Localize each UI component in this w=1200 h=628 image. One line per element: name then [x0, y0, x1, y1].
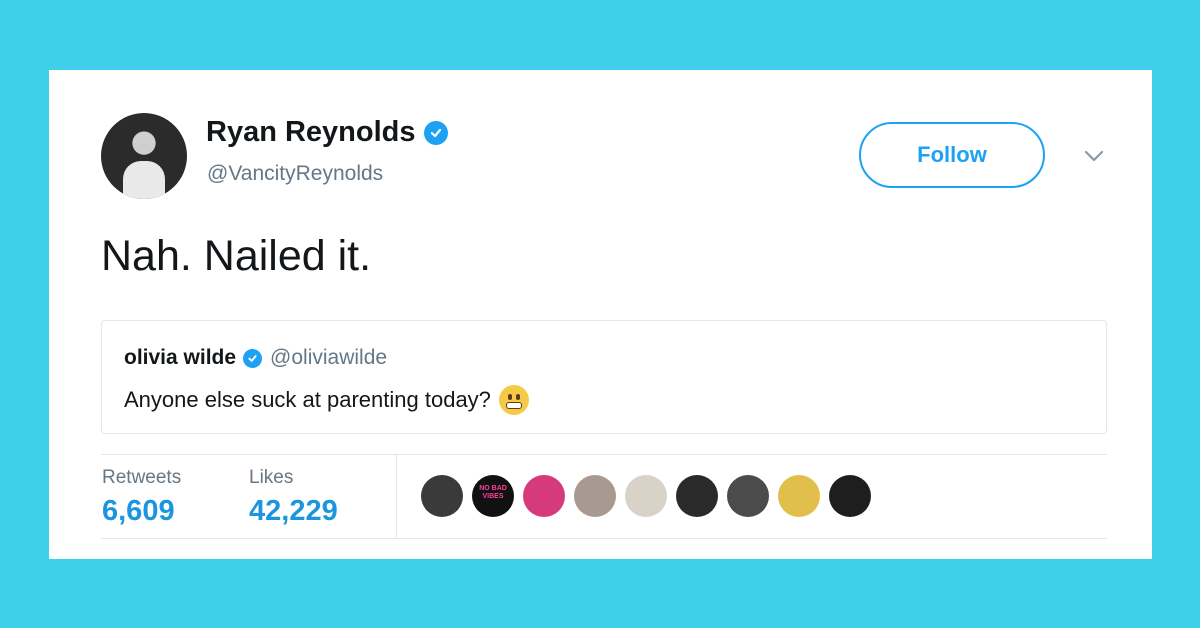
- liker-avatar-1[interactable]: [421, 475, 463, 517]
- liker-avatar-4[interactable]: [574, 475, 616, 517]
- quoted-tweet-text: Anyone else suck at parenting today?: [124, 387, 491, 412]
- liker-avatar-8[interactable]: [778, 475, 820, 517]
- quoted-verified-badge-icon: [243, 348, 263, 368]
- liker-avatar-5[interactable]: [625, 475, 667, 517]
- quoted-author-handle: @oliviawilde: [270, 346, 388, 369]
- liker-avatar-3[interactable]: [523, 475, 565, 517]
- quoted-tweet[interactable]: olivia wilde @oliviawilde Anyone else su…: [101, 320, 1107, 434]
- liker-avatar-7[interactable]: [727, 475, 769, 517]
- liker-avatar-2[interactable]: NO BAD VIBES: [472, 475, 514, 517]
- liker-avatar-text: NO BAD VIBES: [479, 485, 507, 500]
- stats-divider-top: [101, 454, 1107, 455]
- retweets-label: Retweets: [102, 467, 182, 488]
- author-name-row: Ryan Reynolds: [206, 116, 448, 149]
- stats-divider-vertical: [396, 454, 397, 538]
- author-avatar[interactable]: [101, 113, 187, 199]
- likes-count: 42,229: [249, 495, 338, 527]
- retweets-stat[interactable]: Retweets 6,609: [102, 467, 181, 528]
- author-handle[interactable]: @VancityReynolds: [207, 162, 383, 186]
- liker-avatar-6[interactable]: [676, 475, 718, 517]
- verified-badge-icon: [423, 120, 448, 145]
- stats-divider-bottom: [101, 538, 1107, 539]
- grimacing-face-emoji-icon: [498, 385, 529, 415]
- chevron-down-icon[interactable]: [1083, 148, 1105, 164]
- follow-button[interactable]: Follow: [859, 122, 1045, 188]
- quoted-author-name: olivia wilde: [124, 346, 237, 369]
- likes-stat[interactable]: Likes 42,229: [249, 467, 338, 528]
- liker-avatars: NO BAD VIBES: [421, 475, 880, 517]
- tweet-card: Ryan Reynolds @VancityReynolds Follow Na…: [49, 70, 1152, 559]
- quoted-tweet-header: olivia wilde @oliviawilde: [124, 346, 387, 370]
- retweets-count: 6,609: [102, 495, 175, 527]
- liker-avatar-9[interactable]: [829, 475, 871, 517]
- quoted-tweet-text-row: Anyone else suck at parenting today?: [124, 385, 529, 415]
- tweet-text: Nah. Nailed it.: [101, 232, 372, 280]
- author-name[interactable]: Ryan Reynolds: [206, 116, 416, 149]
- likes-label: Likes: [249, 467, 294, 488]
